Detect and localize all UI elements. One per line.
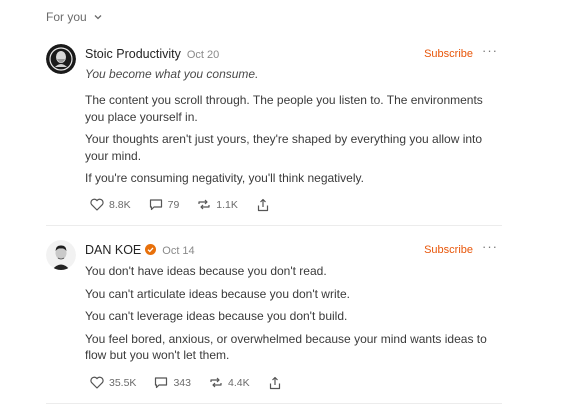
restack-count: 1.1K [216, 198, 238, 211]
like-count: 35.5K [109, 376, 137, 389]
feed-selector[interactable]: For you [46, 10, 103, 24]
more-options-icon[interactable]: ··· [482, 239, 498, 254]
more-options-icon[interactable]: ··· [482, 43, 498, 58]
post-paragraph: If you're consuming negativity, you'll t… [85, 171, 364, 185]
post-tagline: You become what you consume. [85, 67, 259, 81]
comment-count: 343 [173, 376, 191, 389]
share-icon [268, 376, 282, 390]
post-card: DAN KOE Oct 14 Subscribe ··· You don't ha… [46, 239, 502, 390]
comment-button[interactable]: 343 [154, 376, 191, 389]
restack-button[interactable]: 1.1K [197, 198, 238, 211]
post-paragraph: Your thoughts aren't just yours, they're… [85, 132, 483, 163]
chevron-down-icon [93, 12, 103, 22]
restack-icon [209, 376, 223, 389]
post-paragraph: You feel bored, anxious, or overwhelmed … [85, 331, 487, 363]
post-actions: 8.8K 79 1.1K [90, 198, 502, 212]
verified-badge-icon [145, 244, 157, 255]
author-name[interactable]: Stoic Productivity Oct 20 [85, 47, 219, 61]
post-paragraph: You can't leverage ideas because you don… [85, 309, 348, 323]
feed-label: For you [46, 10, 87, 24]
avatar[interactable] [46, 240, 76, 270]
subscribe-button[interactable]: Subscribe [424, 48, 473, 60]
comment-count: 79 [167, 198, 180, 211]
restack-icon [197, 198, 211, 211]
comment-icon [154, 376, 168, 389]
author-label[interactable]: Stoic Productivity [85, 47, 181, 61]
restack-button[interactable]: 4.4K [209, 376, 250, 389]
restack-count: 4.4K [227, 376, 250, 389]
post-divider [46, 403, 502, 404]
post-header: Stoic Productivity Oct 20 Subscribe ··· Y… [46, 43, 502, 81]
heart-icon [90, 198, 104, 211]
like-button[interactable]: 8.8K [90, 198, 131, 211]
post-paragraph: You can't articulate ideas because you d… [85, 286, 350, 301]
share-button[interactable] [268, 376, 282, 390]
author-label[interactable]: DAN KOE [85, 243, 141, 257]
post-divider [46, 225, 502, 226]
post-header: DAN KOE Oct 14 Subscribe ··· [46, 239, 502, 270]
post-date: Oct 14 [162, 245, 195, 257]
post-body: You don't have ideas because you don't r… [85, 263, 495, 364]
subscribe-button[interactable]: Subscribe [424, 244, 473, 256]
like-count: 8.8K [109, 198, 131, 211]
comment-icon [149, 198, 163, 211]
author-name[interactable]: DAN KOE Oct 14 [85, 243, 195, 257]
post-paragraph: The content you scroll through. The peop… [85, 93, 483, 124]
post-actions: 35.5K 343 4.4K [90, 376, 502, 390]
post-card: Stoic Productivity Oct 20 Subscribe ··· Y… [46, 43, 502, 212]
share-button[interactable] [256, 198, 270, 212]
heart-icon [90, 376, 104, 389]
post-body: The content you scroll through. The peop… [85, 92, 495, 187]
like-button[interactable]: 35.5K [90, 376, 136, 389]
comment-button[interactable]: 79 [149, 198, 180, 211]
share-icon [256, 198, 270, 212]
avatar[interactable] [46, 44, 76, 74]
post-date: Oct 20 [186, 49, 220, 61]
